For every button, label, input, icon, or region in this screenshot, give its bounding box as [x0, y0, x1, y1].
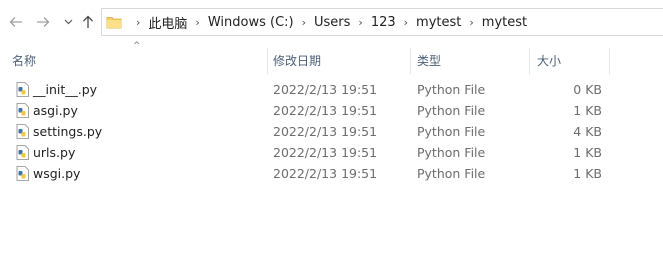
chevron-right-icon: ›	[195, 15, 200, 29]
python-file-icon	[16, 166, 29, 181]
recent-locations-button[interactable]	[62, 12, 74, 32]
column-header-size[interactable]: 大小	[537, 46, 607, 74]
breadcrumb-item-user[interactable]: 123	[371, 15, 396, 30]
file-size: 1 KB	[573, 166, 602, 181]
breadcrumb: › 此电脑 › Windows (C:) › Users › 123 › myt…	[128, 13, 527, 32]
file-size: 4 KB	[573, 124, 602, 139]
file-name-cell: asgi.py	[16, 100, 78, 121]
file-name: urls.py	[33, 145, 76, 160]
file-list: __init__.py 2022/2/13 19:51 Python File …	[0, 79, 663, 184]
file-row[interactable]: urls.py 2022/2/13 19:51 Python File 1 KB	[0, 142, 663, 163]
column-divider[interactable]	[529, 48, 530, 74]
python-file-icon	[16, 145, 29, 160]
file-date: 2022/2/13 19:51	[273, 124, 378, 139]
file-size: 0 KB	[573, 82, 602, 97]
column-divider[interactable]	[267, 48, 268, 74]
chevron-right-icon: ›	[136, 15, 141, 29]
column-header-name[interactable]: 名称	[12, 46, 266, 74]
file-name: wsgi.py	[33, 166, 81, 181]
chevron-down-icon	[64, 19, 72, 25]
file-name-cell: wsgi.py	[16, 163, 80, 184]
column-divider[interactable]	[410, 48, 411, 74]
chevron-right-icon: ›	[469, 15, 474, 29]
breadcrumb-item-mytest-current[interactable]: mytest	[482, 15, 527, 30]
back-button[interactable]	[8, 12, 24, 32]
file-size: 1 KB	[573, 103, 602, 118]
file-name-cell: __init__.py	[16, 79, 97, 100]
file-name-cell: settings.py	[16, 121, 102, 142]
file-date: 2022/2/13 19:51	[273, 145, 378, 160]
breadcrumb-item-drive[interactable]: Windows (C:)	[208, 15, 294, 30]
file-row[interactable]: __init__.py 2022/2/13 19:51 Python File …	[0, 79, 663, 100]
file-name: settings.py	[33, 124, 103, 139]
breadcrumb-item-mytest[interactable]: mytest	[416, 15, 461, 30]
chevron-right-icon: ›	[358, 15, 363, 29]
column-divider[interactable]	[609, 48, 610, 74]
chevron-right-icon: ›	[301, 15, 306, 29]
file-row[interactable]: wsgi.py 2022/2/13 19:51 Python File 1 KB	[0, 163, 663, 184]
arrow-left-icon	[9, 17, 22, 27]
file-type: Python File	[417, 166, 486, 181]
file-type: Python File	[417, 145, 486, 160]
arrow-right-icon	[37, 17, 50, 27]
python-file-icon	[16, 124, 29, 139]
file-date: 2022/2/13 19:51	[273, 166, 378, 181]
file-row[interactable]: asgi.py 2022/2/13 19:51 Python File 1 KB	[0, 100, 663, 121]
file-type: Python File	[417, 82, 486, 97]
breadcrumb-item-this-pc[interactable]: 此电脑	[148, 13, 187, 32]
file-date: 2022/2/13 19:51	[273, 82, 378, 97]
forward-button[interactable]	[35, 12, 51, 32]
column-header-type[interactable]: 类型	[417, 46, 525, 74]
file-type: Python File	[417, 103, 486, 118]
column-headers: 名称 修改日期 类型 大小	[0, 46, 663, 74]
file-name: __init__.py	[33, 82, 98, 97]
file-name-cell: urls.py	[16, 142, 75, 163]
python-file-icon	[16, 103, 29, 118]
python-file-icon	[16, 82, 29, 97]
file-date: 2022/2/13 19:51	[273, 103, 378, 118]
address-bar[interactable]: › 此电脑 › Windows (C:) › Users › 123 › myt…	[101, 8, 663, 36]
column-header-date[interactable]: 修改日期	[273, 46, 409, 74]
folder-icon	[106, 17, 122, 29]
file-size: 1 KB	[573, 145, 602, 160]
file-row[interactable]: settings.py 2022/2/13 19:51 Python File …	[0, 121, 663, 142]
chevron-right-icon: ›	[403, 15, 409, 29]
arrow-up-icon	[83, 15, 93, 28]
breadcrumb-item-users[interactable]: Users	[314, 15, 350, 30]
file-type: Python File	[417, 124, 486, 139]
up-button[interactable]	[80, 12, 96, 32]
navigation-bar: › 此电脑 › Windows (C:) › Users › 123 › myt…	[0, 0, 663, 44]
file-name: asgi.py	[33, 103, 78, 118]
